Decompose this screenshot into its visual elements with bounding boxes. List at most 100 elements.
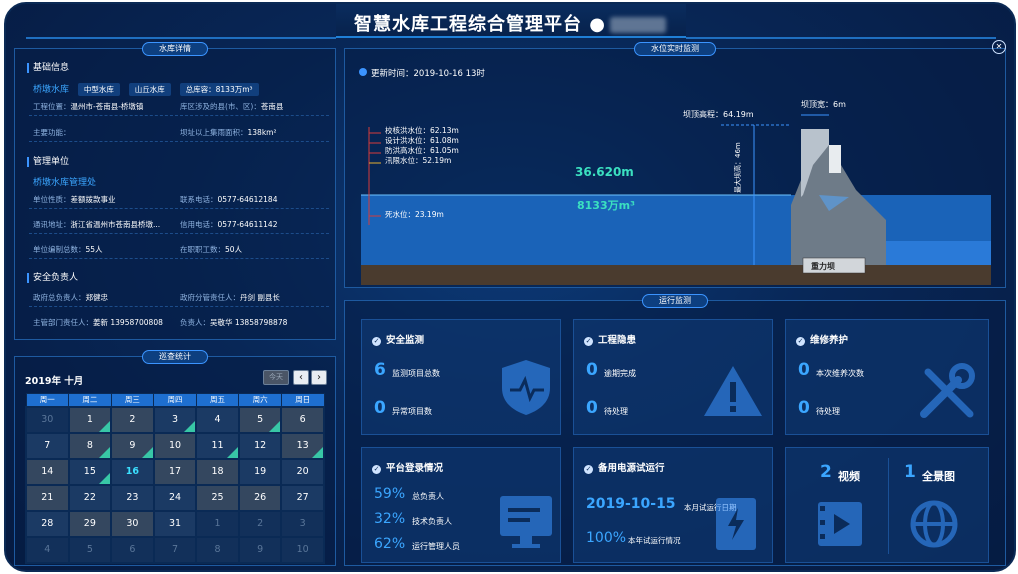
- calendar-day[interactable]: 5: [67, 535, 113, 564]
- calendar-day[interactable]: 4: [25, 535, 70, 564]
- current-storage: 8133万m³: [577, 199, 635, 212]
- calendar-day[interactable]: 20: [280, 457, 325, 486]
- calendar-day[interactable]: 16: [110, 457, 155, 486]
- calendar-day[interactable]: 6: [280, 405, 325, 434]
- info-icon: [359, 68, 367, 76]
- calendar-day[interactable]: 8: [195, 535, 240, 564]
- login-l1: 总负责人: [412, 492, 444, 501]
- max-height: 最大坝高：46m: [734, 142, 742, 193]
- counties-value: 苍南县: [260, 102, 284, 111]
- calendar-day[interactable]: 28: [25, 509, 70, 538]
- onjob-row: 在职职工数：50人: [180, 244, 242, 255]
- calendar-day[interactable]: 18: [195, 457, 240, 486]
- video-button[interactable]: 2 视频: [786, 448, 886, 564]
- calendar-day[interactable]: 10: [280, 535, 325, 564]
- hazard-n1: 0: [586, 360, 598, 380]
- calendar-day[interactable]: 14: [25, 457, 70, 486]
- hazard-l2: 待处理: [604, 407, 628, 416]
- power-card-title-text: 备用电源试运行: [598, 463, 665, 474]
- calendar-day[interactable]: 1: [67, 405, 113, 434]
- calendar-day[interactable]: 25: [195, 483, 240, 512]
- close-icon[interactable]: ✕: [992, 40, 1006, 54]
- ops-panel-tag: 运行监测: [642, 294, 708, 308]
- hazard-n2: 0: [586, 398, 598, 418]
- gov-label: 政府总负责人：: [33, 293, 86, 302]
- safety-l2: 异常项目数: [392, 407, 432, 416]
- calendar-day[interactable]: 23: [110, 483, 155, 512]
- panorama-label: 全景图: [922, 470, 955, 483]
- weekday-row: 周一 周二 周三 周四 周五 周六 周日: [25, 393, 325, 407]
- calendar-week: 21 22 23 24 25 26 27: [25, 483, 325, 512]
- calendar-day[interactable]: 30: [25, 405, 70, 434]
- calendar-day[interactable]: 10: [152, 431, 198, 460]
- gov-value: 郑健忠: [85, 293, 109, 302]
- check-icon: ✓: [584, 465, 593, 474]
- staff-label: 单位编制总数：: [33, 245, 86, 254]
- today-button[interactable]: 今天: [263, 370, 289, 385]
- location-label: 工程位置：: [33, 102, 71, 111]
- media-card: 2 视频 1 全景图: [785, 447, 989, 563]
- calendar-day[interactable]: 17: [152, 457, 198, 486]
- calendar-week: 7 8 9 10 11 12 13: [25, 431, 325, 460]
- calendar-day[interactable]: 22: [67, 483, 113, 512]
- safety-heading: 安全负责人: [27, 273, 78, 283]
- calendar-day[interactable]: 7: [25, 431, 70, 460]
- calendar-day[interactable]: 15: [67, 457, 113, 486]
- calendar-day[interactable]: 3: [152, 405, 198, 434]
- calendar-day[interactable]: 31: [152, 509, 198, 538]
- calendar-day[interactable]: 26: [237, 483, 283, 512]
- tools-icon: [920, 363, 975, 418]
- phone-label: 联系电话：: [180, 195, 218, 204]
- calendar-day[interactable]: 6: [110, 535, 155, 564]
- next-month-button[interactable]: ›: [311, 370, 327, 385]
- waterlevel-panel-tag: 水位实时监测: [634, 42, 716, 56]
- calendar-day[interactable]: 24: [152, 483, 198, 512]
- power-pct-label: 本年试运行情况: [628, 536, 681, 545]
- govdiv-label: 政府分管责任人：: [180, 293, 240, 302]
- maint-card[interactable]: ✓ 维修养护 0 本次维养次数 0 待处理: [785, 319, 989, 435]
- hazard-card[interactable]: ✓ 工程隐患 0 逾期完成 0 待处理: [573, 319, 773, 435]
- safety-card[interactable]: ✓ 安全监测 6 监测项目总数 0 异常项目数: [361, 319, 561, 435]
- calendar-day[interactable]: 29: [67, 509, 113, 538]
- safety-card-title-text: 安全监测: [386, 335, 425, 346]
- area-label: 坝址以上集雨面积：: [180, 128, 248, 137]
- video-icon: [818, 502, 862, 546]
- calendar-day[interactable]: 9: [237, 535, 283, 564]
- safety-n2: 0: [374, 398, 386, 418]
- calendar-week: 4 5 6 7 8 9 10: [25, 535, 325, 564]
- power-card[interactable]: ✓ 备用电源试运行 2019-10-15 本月试运行日期 100% 本年试运行情况: [573, 447, 773, 563]
- panorama-button[interactable]: 1 全景图: [890, 448, 990, 564]
- shield-icon: [502, 360, 550, 415]
- maint-n2: 0: [798, 398, 810, 418]
- calendar-day[interactable]: 1: [195, 509, 240, 538]
- calendar-day[interactable]: 5: [237, 405, 283, 434]
- gov-row: 政府总负责人：郑健忠: [33, 292, 108, 303]
- divider: [29, 141, 329, 142]
- calendar-day[interactable]: 11: [195, 431, 240, 460]
- current-level: 36.620m: [575, 165, 634, 179]
- calendar-day[interactable]: 2: [110, 405, 155, 434]
- chip-capacity: 总库容：8133万m³: [179, 83, 259, 96]
- basic-info-heading: 基础信息: [27, 63, 69, 73]
- title-line-right: [686, 37, 996, 39]
- calendar-day[interactable]: 12: [237, 431, 283, 460]
- login-card[interactable]: ✓ 平台登录情况 59% 总负责人 32% 技术负责人 62% 运行管理人员: [361, 447, 561, 563]
- calendar-day[interactable]: 19: [237, 457, 283, 486]
- basic-info-row: 桥墩水库 中型水库 山丘水库 总库容：8133万m³: [33, 82, 259, 96]
- calendar-day[interactable]: 7: [152, 535, 198, 564]
- calendar-day[interactable]: 27: [280, 483, 325, 512]
- crest-width: 坝顶宽：6m: [801, 100, 846, 109]
- calendar-day[interactable]: 3: [280, 509, 325, 538]
- calendar-day[interactable]: 8: [67, 431, 113, 460]
- prev-month-button[interactable]: ‹: [293, 370, 309, 385]
- calendar-day[interactable]: 30: [110, 509, 155, 538]
- calendar-day[interactable]: 21: [25, 483, 70, 512]
- weekday-header: 周二: [68, 393, 112, 407]
- warning-icon: [704, 366, 762, 416]
- calendar-day[interactable]: 4: [195, 405, 240, 434]
- dam-gate: [829, 145, 841, 173]
- calendar-day[interactable]: 13: [280, 431, 325, 460]
- calendar-day[interactable]: 9: [110, 431, 155, 460]
- login-l3: 运行管理人员: [412, 542, 460, 551]
- calendar-day[interactable]: 2: [237, 509, 283, 538]
